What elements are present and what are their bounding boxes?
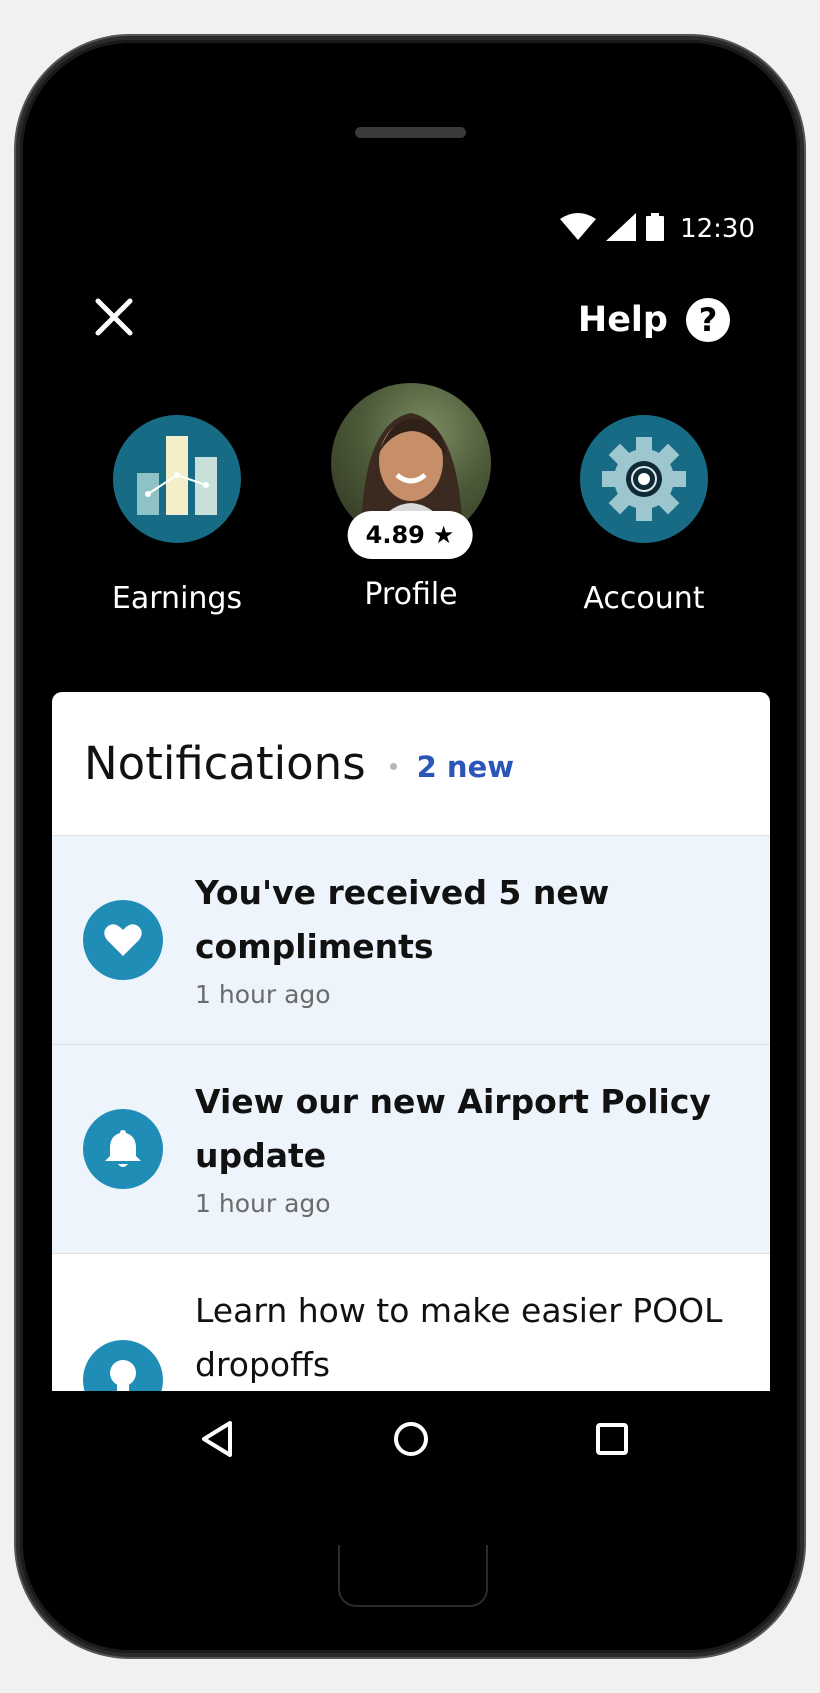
phone-speaker <box>355 127 466 138</box>
recents-button[interactable] <box>587 1414 637 1464</box>
recents-icon <box>596 1423 628 1455</box>
notification-title: You've received 5 new compliments <box>195 873 610 966</box>
bar-chart-icon <box>137 436 217 515</box>
notifications-title: Notifications <box>84 737 366 790</box>
separator-dot <box>389 763 397 770</box>
bell-icon <box>83 1109 163 1189</box>
earnings-circle <box>113 415 241 543</box>
signal-icon <box>606 213 637 245</box>
notifications-panel: Notifications 2 new You've received 5 ne… <box>52 692 770 1391</box>
profile-label: Profile <box>364 577 458 612</box>
close-button[interactable] <box>92 297 136 341</box>
help-icon: ? <box>686 298 730 342</box>
back-button[interactable] <box>192 1414 242 1464</box>
notification-time: 1 hour ago <box>195 1189 331 1218</box>
close-icon <box>95 298 133 340</box>
notification-item[interactable]: View our new Airport Policy update 1 hou… <box>52 1045 770 1254</box>
lightbulb-icon <box>83 1340 163 1391</box>
new-count-badge: 2 new <box>416 749 515 784</box>
wifi-icon <box>560 213 597 245</box>
account-label: Account <box>583 581 705 616</box>
earnings-label: Earnings <box>111 581 243 616</box>
star-icon: ★ <box>432 521 455 549</box>
home-nav-button[interactable] <box>386 1414 436 1464</box>
heart-icon <box>83 900 163 980</box>
back-icon <box>202 1421 232 1457</box>
status-time: 12:30 <box>680 214 755 244</box>
status-bar: 12:30 <box>560 213 755 245</box>
notification-item[interactable]: Learn how to make easier POOL dropoffs <box>52 1254 770 1391</box>
notification-time: 1 hour ago <box>195 980 331 1009</box>
notification-item[interactable]: You've received 5 new compliments 1 hour… <box>52 836 770 1045</box>
gear-icon <box>602 437 686 521</box>
rating-badge: 4.89 ★ <box>347 511 473 559</box>
battery-icon <box>646 213 665 245</box>
rating-value: 4.89 <box>365 521 425 549</box>
account-circle <box>580 415 708 543</box>
help-label: Help <box>577 300 668 340</box>
notification-title: Learn how to make easier POOL dropoffs <box>195 1291 723 1384</box>
system-nav-bar <box>52 1391 770 1487</box>
account-shortcut[interactable]: Account <box>580 415 708 616</box>
notification-body: Learn how to make easier POOL dropoffs <box>195 1284 735 1391</box>
notification-body: You've received 5 new compliments 1 hour… <box>195 866 735 1009</box>
earnings-shortcut[interactable]: Earnings <box>112 415 242 616</box>
notification-title: View our new Airport Policy update <box>195 1082 711 1175</box>
notifications-header: Notifications 2 new <box>52 692 770 836</box>
help-button[interactable]: Help ? <box>578 298 730 342</box>
home-icon <box>394 1422 428 1456</box>
phone-home-button <box>338 1545 488 1607</box>
notification-body: View our new Airport Policy update 1 hou… <box>195 1075 735 1218</box>
